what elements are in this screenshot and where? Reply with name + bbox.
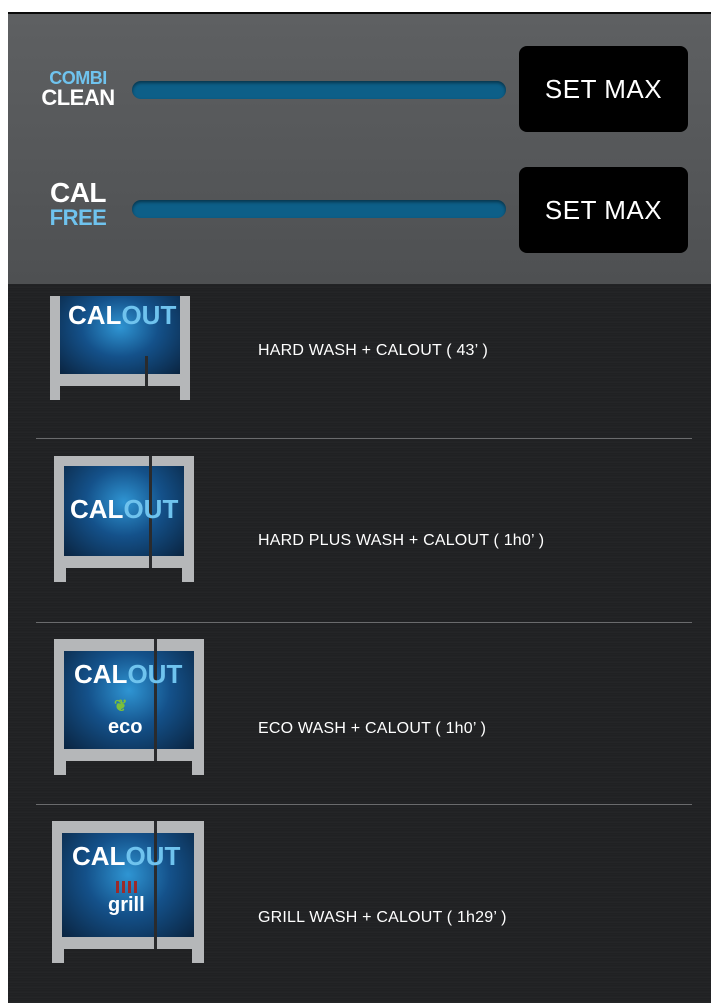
icon-out-text: OUT [121,300,177,330]
combi-clean-logo-line2: CLEAN [41,85,115,110]
grill-label: grill [108,894,145,916]
program-list: CALOUT HARD WASH + CALOUT ( 43’ ) CALOUT… [8,284,711,1003]
program-row-eco-wash[interactable]: CALOUT ❦ eco ECO WASH + CALOUT ( 1h0’ ) [8,639,711,822]
calout-eco-oven-icon: CALOUT ❦ eco [54,639,204,779]
cal-free-set-max-button[interactable]: SET MAX [519,167,688,253]
calout-grill-oven-icon: CALOUT grill [52,821,204,966]
calout-oven-icon: CALOUT [54,456,194,586]
row-divider [36,438,692,439]
program-row-grill-wash[interactable]: CALOUT grill GRILL WASH + CALOUT ( 1h29’… [8,821,711,1003]
icon-cal-text: CAL [72,841,126,871]
row-divider [36,622,692,623]
cal-free-logo-line2: FREE [49,205,107,230]
combi-clean-set-max-button[interactable]: SET MAX [519,46,688,132]
calout-oven-icon: CALOUT [50,296,190,406]
cal-free-logo-line1: CAL [49,177,107,208]
cal-free-slider[interactable] [132,200,506,218]
app-frame: COMBI CLEAN SET MAX CAL FREE SET MAX CAL… [8,12,711,1003]
icon-cal-text: CAL [68,300,122,330]
settings-panel: COMBI CLEAN SET MAX CAL FREE SET MAX [8,14,711,284]
icon-out-text: OUT [125,841,181,871]
leaf-icon: ❦ [114,698,128,715]
icon-out-text: OUT [123,494,179,524]
eco-label: eco [108,716,143,738]
icon-cal-text: CAL [74,659,128,689]
program-label: GRILL WASH + CALOUT ( 1h29’ ) [258,909,507,926]
row-divider [36,804,692,805]
combi-clean-slider[interactable] [132,81,506,99]
grill-icon [116,881,138,893]
icon-cal-text: CAL [70,494,124,524]
program-label: HARD PLUS WASH + CALOUT ( 1h0’ ) [258,532,545,549]
program-row-hard-wash[interactable]: CALOUT HARD WASH + CALOUT ( 43’ ) [8,284,711,467]
icon-out-text: OUT [127,659,183,689]
program-label: ECO WASH + CALOUT ( 1h0’ ) [258,720,487,737]
program-row-hard-plus-wash[interactable]: CALOUT HARD PLUS WASH + CALOUT ( 1h0’ ) [8,456,711,639]
combi-clean-logo: COMBI CLEAN [38,69,118,109]
program-label: HARD WASH + CALOUT ( 43’ ) [258,342,488,359]
cal-free-logo: CAL FREE [38,179,118,229]
